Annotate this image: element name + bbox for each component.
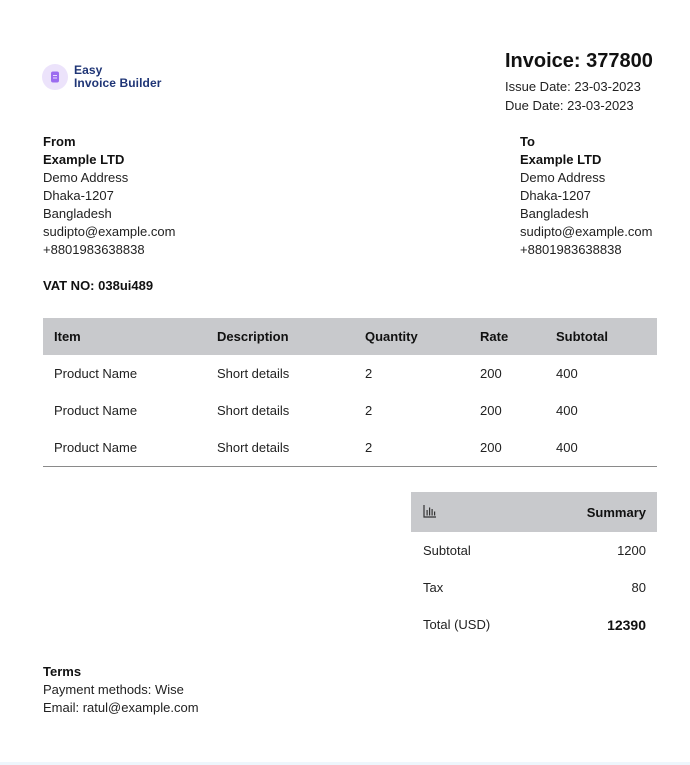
item-name: Product Name (54, 366, 138, 381)
tax-value: 80 (631, 580, 646, 595)
item-name: Product Name (43, 429, 206, 467)
logo-text: Easy Invoice Builder (74, 64, 162, 90)
item-subtotal: 400 (556, 366, 578, 381)
from-label: From (43, 134, 76, 149)
payment-methods: Payment methods: Wise (43, 682, 184, 697)
summary-tax-row: Tax 80 (411, 569, 657, 606)
table-row: Product Name Short details 2 200 400 (43, 392, 657, 429)
to-address: To Example LTD Demo Address Dhaka-1207 B… (520, 133, 652, 259)
column-header-quantity: Quantity (354, 318, 469, 355)
table-row: Product Name Short details 2 200 400 (43, 355, 657, 392)
total-label: Total (USD) (423, 617, 491, 632)
vat-number: VAT NO: 038ui489 (43, 278, 154, 293)
tax-label: Tax (423, 580, 444, 595)
from-email: sudipto@example.com (43, 224, 176, 239)
from-address: From Example LTD Demo Address Dhaka-1207… (43, 133, 175, 259)
to-company: Example LTD (520, 152, 602, 167)
logo: Easy Invoice Builder (42, 64, 162, 90)
invoice-page: Easy Invoice Builder Invoice: 377800 Iss… (0, 0, 690, 765)
to-country: Bangladesh (520, 206, 589, 221)
total-value: 12390 (607, 616, 646, 633)
to-phone: +8801983638838 (520, 242, 622, 257)
column-header-description: Description (206, 318, 354, 355)
item-rate: 200 (480, 366, 502, 381)
to-city: Dhaka-1207 (520, 188, 591, 203)
item-subtotal: 400 (545, 429, 657, 467)
to-label: To (520, 134, 535, 149)
from-country: Bangladesh (43, 206, 112, 221)
summary-panel: Summary Subtotal 1200 Tax 80 Total (USD)… (411, 492, 657, 643)
subtotal-value: 1200 (617, 543, 646, 558)
column-header-subtotal: Subtotal (545, 318, 657, 355)
column-header-item: Item (43, 318, 206, 355)
item-subtotal: 400 (556, 403, 578, 418)
due-date: Due Date: 23-03-2023 (505, 98, 634, 113)
issue-date: Issue Date: 23-03-2023 (505, 79, 641, 94)
terms-section: Terms Payment methods: Wise Email: ratul… (43, 663, 199, 717)
table-header-row: Item Description Quantity Rate Subtotal (43, 318, 657, 355)
items-table: Item Description Quantity Rate Subtotal … (43, 318, 657, 467)
from-phone: +8801983638838 (43, 242, 145, 257)
summary-title: Summary (586, 504, 646, 520)
bar-chart-icon (423, 504, 437, 521)
from-company: Example LTD (43, 152, 125, 167)
summary-header: Summary (411, 492, 657, 532)
from-city: Dhaka-1207 (43, 188, 114, 203)
to-street: Demo Address (520, 170, 606, 185)
subtotal-label: Subtotal (423, 543, 471, 558)
item-quantity: 2 (365, 403, 373, 418)
item-rate: 200 (469, 429, 545, 467)
item-quantity: 2 (354, 429, 469, 467)
document-icon (42, 64, 68, 90)
item-description: Short details (217, 366, 290, 381)
logo-line-2: Invoice Builder (74, 76, 162, 90)
summary-total-row: Total (USD) 12390 (411, 606, 657, 643)
invoice-header: Invoice: 377800 Issue Date: 23-03-2023 D… (505, 50, 657, 115)
column-header-rate: Rate (469, 318, 545, 355)
terms-label: Terms (43, 664, 82, 679)
table-row: Product Name Short details 2 200 400 (43, 429, 657, 467)
invoice-title: Invoice: 377800 (505, 50, 653, 72)
item-quantity: 2 (365, 366, 373, 381)
item-name: Product Name (54, 403, 138, 418)
terms-email: Email: ratul@example.com (43, 700, 199, 715)
from-street: Demo Address (43, 170, 129, 185)
item-rate: 200 (480, 403, 502, 418)
summary-subtotal-row: Subtotal 1200 (411, 532, 657, 569)
item-description: Short details (206, 429, 354, 467)
item-description: Short details (217, 403, 290, 418)
to-email: sudipto@example.com (520, 224, 653, 239)
